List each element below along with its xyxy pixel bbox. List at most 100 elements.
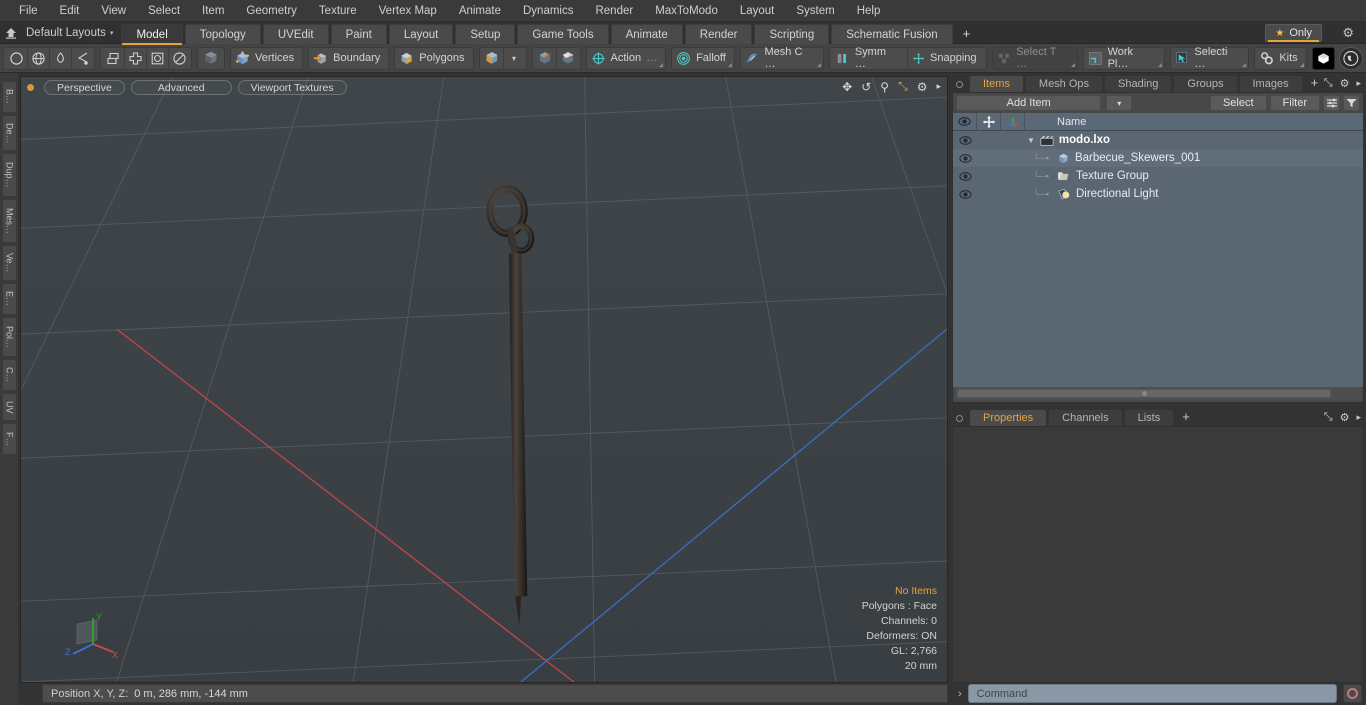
polygons-button[interactable]: Polygons	[394, 46, 474, 70]
list-item[interactable]: └─▪ Texture Group	[953, 167, 1363, 185]
menu-item-layout[interactable]: Layout	[729, 0, 786, 22]
item-name-cell[interactable]: ▼ modo.lxo	[1025, 134, 1363, 146]
radial-icon[interactable]	[168, 47, 190, 69]
snapping-button[interactable]: Snapping	[906, 47, 985, 69]
tab-images[interactable]: Images	[1238, 75, 1303, 92]
menu-item-file[interactable]: File	[8, 0, 49, 22]
left-tab-polygon[interactable]: Pol…	[1, 317, 17, 357]
menu-item-item[interactable]: Item	[191, 0, 235, 22]
gear-icon[interactable]: ⚙	[1342, 25, 1354, 41]
viewport-textures-button[interactable]: Viewport Textures	[237, 79, 347, 95]
axis-y-icon[interactable]	[555, 47, 579, 69]
left-tab-basic[interactable]: B…	[1, 81, 17, 113]
add-panel-tab-button[interactable]: +	[1304, 75, 1326, 92]
gear-icon[interactable]: ⚙	[1340, 77, 1350, 90]
filter-button[interactable]: Filter	[1269, 95, 1320, 111]
left-tab-duplicate[interactable]: Dup…	[1, 153, 17, 197]
menu-item-vertex-map[interactable]: Vertex Map	[368, 0, 448, 22]
gear-icon[interactable]: ⚙	[1340, 411, 1350, 424]
unreal-engine-icon[interactable]	[1339, 46, 1363, 70]
tab-groups[interactable]: Groups	[1173, 75, 1238, 92]
home-icon[interactable]	[0, 22, 22, 44]
add-item-button[interactable]: Add Item	[956, 95, 1102, 111]
list-item[interactable]: ▼ modo.lxo	[953, 131, 1363, 149]
symmetry-button[interactable]: Symm …	[831, 46, 907, 70]
expand-icon[interactable]: ⤡	[1324, 411, 1333, 424]
only-toggle-button[interactable]: ★ Only	[1265, 24, 1322, 42]
menu-item-system[interactable]: System	[785, 0, 845, 22]
fit-icon[interactable]: ⤡	[898, 79, 908, 94]
menu-item-dynamics[interactable]: Dynamics	[512, 0, 584, 22]
move-icon[interactable]: ✥	[842, 80, 852, 94]
items-horizontal-scrollbar[interactable]	[955, 387, 1361, 400]
axis-column-icon[interactable]	[1001, 112, 1025, 131]
item-name-cell[interactable]: └─▪ Barbecue_Skewers_001	[1025, 152, 1363, 165]
menu-item-maxtomodo[interactable]: MaxToModo	[644, 0, 729, 22]
menu-item-geometry[interactable]: Geometry	[235, 0, 308, 22]
falloff-button[interactable]: Falloff	[671, 46, 735, 70]
layout-tab-uvedit[interactable]: UVEdit	[262, 23, 329, 44]
layout-tab-schematic-fusion[interactable]: Schematic Fusion	[831, 23, 953, 44]
select-button[interactable]: Select	[1209, 95, 1267, 111]
globe-icon[interactable]	[27, 47, 49, 69]
menu-item-help[interactable]: Help	[846, 0, 892, 22]
mesh-constraint-button[interactable]: Mesh C …	[739, 46, 825, 70]
list-item[interactable]: └─▪ Directional Light	[953, 185, 1363, 203]
selection-set-button[interactable]: Selecti …	[1169, 46, 1250, 70]
3d-viewport[interactable]: Perspective Advanced Viewport Textures ✥…	[20, 76, 948, 683]
element-cube-icon[interactable]	[197, 46, 225, 70]
left-tab-fur[interactable]: F…	[1, 423, 17, 455]
tab-mesh-ops[interactable]: Mesh Ops	[1024, 75, 1104, 92]
pen-icon[interactable]	[49, 47, 71, 69]
layout-tab-scripting[interactable]: Scripting	[754, 23, 830, 44]
left-tab-uv[interactable]: UV	[1, 393, 17, 421]
arrow-icon[interactable]: ▸	[1356, 78, 1361, 89]
add-layout-tab-button[interactable]: +	[955, 24, 979, 44]
funnel-icon[interactable]	[1343, 95, 1360, 111]
gear-icon[interactable]: ⚙	[917, 80, 928, 94]
layout-tab-paint[interactable]: Paint	[330, 23, 387, 44]
tab-items[interactable]: Items	[969, 75, 1024, 92]
item-name-cell[interactable]: └─▪ Directional Light	[1025, 188, 1363, 201]
boundary-button[interactable]: Boundary	[308, 46, 390, 70]
curve-icon[interactable]	[71, 47, 93, 69]
menu-item-select[interactable]: Select	[137, 0, 191, 22]
visibility-toggle[interactable]	[953, 135, 977, 145]
layout-tab-render[interactable]: Render	[684, 23, 753, 44]
visibility-column-icon[interactable]	[953, 112, 977, 131]
layout-tab-game-tools[interactable]: Game Tools	[517, 23, 609, 44]
layout-tab-model[interactable]: Model	[121, 23, 183, 45]
tab-lists[interactable]: Lists	[1123, 409, 1175, 426]
work-plane-button[interactable]: Work Pl…	[1082, 46, 1165, 70]
visibility-toggle[interactable]	[953, 189, 977, 199]
command-input[interactable]: Command	[967, 684, 1337, 703]
kits-button[interactable]: Kits	[1254, 46, 1307, 70]
record-icon[interactable]	[1343, 684, 1362, 703]
modo-logo-icon[interactable]	[1311, 46, 1336, 70]
add-properties-tab-button[interactable]: +	[1175, 409, 1197, 426]
menu-item-view[interactable]: View	[90, 0, 137, 22]
list-item[interactable]: └─▪ Barbecue_Skewers_001	[953, 149, 1363, 167]
circle-icon[interactable]	[5, 48, 27, 69]
tab-properties[interactable]: Properties	[969, 409, 1048, 426]
menu-item-animate[interactable]: Animate	[448, 0, 512, 22]
menu-item-edit[interactable]: Edit	[49, 0, 91, 22]
left-tab-edge[interactable]: E…	[1, 283, 17, 315]
list-options-icon[interactable]	[1323, 95, 1340, 111]
expand-triangle-icon[interactable]: ▼	[1027, 136, 1035, 145]
expand-icon[interactable]: ⤡	[1324, 77, 1333, 90]
layout-tab-layout[interactable]: Layout	[388, 23, 454, 44]
vertices-button[interactable]: Vertices	[230, 46, 304, 70]
visibility-toggle[interactable]	[953, 171, 977, 181]
menu-item-texture[interactable]: Texture	[308, 0, 368, 22]
scrollbar-thumb[interactable]	[957, 389, 1331, 398]
layout-tab-animate[interactable]: Animate	[610, 23, 683, 44]
advanced-button[interactable]: Advanced	[130, 79, 232, 95]
chevron-down-icon[interactable]: ▾	[502, 47, 525, 69]
visibility-toggle[interactable]	[953, 153, 977, 163]
left-tab-curve[interactable]: C…	[1, 359, 17, 391]
rotate-icon[interactable]: ↺	[861, 80, 871, 94]
arrow-icon[interactable]: ▸	[1356, 412, 1361, 423]
tab-channels[interactable]: Channels	[1048, 409, 1123, 426]
tab-shading[interactable]: Shading	[1104, 75, 1173, 92]
